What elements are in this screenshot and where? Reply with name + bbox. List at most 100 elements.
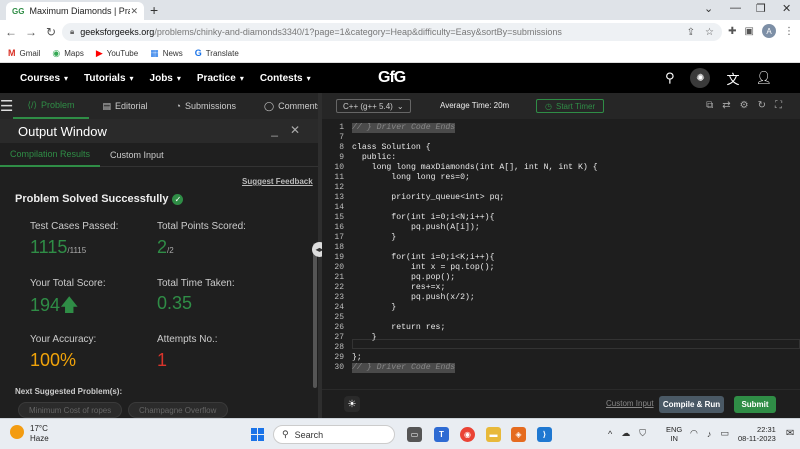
tab-editorial[interactable]: ▤ Editorial [89, 93, 162, 119]
share-icon[interactable]: ⇪ [687, 27, 695, 38]
code-text: pq.pop(); [352, 273, 456, 282]
url-field[interactable]: 🔒︎ geeksforgeeks.org/problems/chinky-and… [62, 23, 722, 41]
close-tab-icon[interactable]: ✕ [130, 6, 138, 17]
settings-icon[interactable]: ⚙ [740, 100, 749, 111]
line-number: 21 [334, 273, 344, 282]
code-line: 11 long long res=0; [322, 173, 800, 183]
gfg-logo[interactable]: GfG [378, 69, 406, 87]
hamburger-menu-icon[interactable]: ☰ [0, 93, 13, 119]
arrow-up-icon: 🡅 [60, 295, 79, 315]
search-icon[interactable]: ⚲ [665, 70, 675, 86]
app-icon[interactable]: ◈ [511, 427, 526, 442]
bookmark-news[interactable]: ▦ News [150, 48, 183, 59]
forward-icon[interactable]: → [22, 25, 40, 39]
file-explorer-icon[interactable]: ▬ [486, 427, 501, 442]
problem-panel: ☰ ⟨/⟩ Problem ▤ Editorial ◔ Submissions ◯ Co… [0, 93, 322, 418]
browser-tab[interactable]: GG Maximum Diamonds | Practice | ✕ [6, 2, 144, 20]
line-number: 26 [334, 323, 344, 332]
tab-problem[interactable]: ⟨/⟩ Problem [13, 93, 89, 119]
onedrive-icon[interactable]: ☁ [621, 428, 630, 439]
windows-start-icon[interactable] [251, 428, 264, 441]
menu-practice[interactable]: Practice ▾ [197, 73, 244, 84]
code-line: 18 [322, 243, 800, 253]
code-line: 30 // } Driver Code Ends [322, 363, 800, 373]
tab-search-icon[interactable]: ⌄ [704, 2, 713, 15]
weather-widget[interactable]: 17°C Haze [10, 424, 49, 444]
task-view-icon[interactable]: ▭ [407, 427, 422, 442]
browser-menu-icon[interactable]: ⋮ [784, 26, 794, 37]
extensions-icon[interactable]: ✚ [728, 26, 736, 37]
chrome-icon[interactable]: ◉ [460, 427, 475, 442]
copy-icon[interactable]: ⧉ [706, 100, 713, 111]
wifi-icon[interactable]: ◠ [690, 428, 698, 439]
lock-icon[interactable]: 🔒︎ [70, 27, 74, 37]
menu-tutorials[interactable]: Tutorials ▾ [84, 73, 134, 84]
gmail-icon: M [8, 48, 16, 58]
line-number: 12 [334, 183, 344, 192]
menu-jobs[interactable]: Jobs ▾ [150, 73, 181, 84]
menu-courses[interactable]: Courses ▾ [20, 73, 68, 84]
security-icon[interactable]: ⛉ [639, 428, 646, 439]
bookmark-translate[interactable]: G Translate [195, 48, 239, 58]
restore-icon[interactable]: ❐ [756, 2, 766, 15]
clock[interactable]: 22:31 08-11-2023 [738, 425, 776, 443]
tray-chevron-icon[interactable]: ^ [608, 429, 612, 439]
tab-submissions[interactable]: ◔ Submissions [162, 93, 250, 119]
output-scrollbar[interactable] [313, 243, 317, 388]
start-timer-button[interactable]: ◷ Start Timer [536, 99, 605, 113]
taskbar-search[interactable]: ⚲ Search [273, 425, 395, 444]
editor-panel: C++ (g++ 5.4) ⌄ Average Time: 20m ◷ Start … [322, 93, 800, 418]
line-number: 18 [334, 243, 344, 252]
bookmark-star-icon[interactable]: ☆ [705, 27, 714, 38]
code-text: pq.push(A[i]); [352, 223, 480, 232]
minimize-panel-icon[interactable]: _ [271, 123, 278, 137]
line-number: 27 [334, 333, 344, 342]
translate-icon[interactable]: 文 [726, 69, 739, 88]
output-tabs: Compilation Results Custom Input [0, 143, 318, 167]
compile-run-button[interactable]: Compile & Run [659, 396, 724, 413]
theme-sun-icon[interactable]: ☀ [344, 396, 360, 412]
line-number: 17 [334, 233, 344, 242]
line-number: 7 [339, 133, 344, 142]
code-editor[interactable]: 1 // } Driver Code Ends 7 8 class Solution {… [322, 119, 800, 389]
volume-icon[interactable]: ♪ [707, 429, 712, 439]
tab-custom-input[interactable]: Custom Input [100, 143, 174, 167]
bookmark-gmail[interactable]: M Gmail [8, 48, 40, 58]
minimize-icon[interactable]: — [730, 2, 741, 14]
sidepanel-icon[interactable]: ▣ [745, 26, 754, 37]
suggested-problem-2[interactable]: Champagne Overflow [128, 402, 228, 418]
vscode-icon[interactable]: ⟩ [537, 427, 552, 442]
language-select[interactable]: C++ (g++ 5.4) ⌄ [336, 99, 411, 113]
submit-button[interactable]: Submit [734, 396, 776, 413]
bookmark-maps[interactable]: ◉ Maps [52, 48, 83, 59]
suggest-feedback-link[interactable]: Suggest Feedback [242, 177, 313, 186]
accuracy-label: Your Accuracy: [30, 334, 97, 345]
battery-icon[interactable]: ▭ [720, 428, 729, 439]
bookmark-youtube[interactable]: ▶ YouTube [96, 48, 138, 59]
line-number: 10 [334, 163, 344, 172]
teams-icon[interactable]: T [434, 427, 449, 442]
chevron-down-icon: ▾ [239, 73, 244, 83]
back-icon[interactable]: ← [2, 25, 20, 39]
new-tab-button[interactable]: + [150, 2, 158, 18]
user-icon[interactable]: 👤︎ [755, 70, 772, 86]
check-circle-icon: ✓ [172, 193, 184, 205]
menu-contests[interactable]: Contests ▾ [260, 73, 311, 84]
profile-avatar[interactable]: A [762, 24, 776, 38]
chevron-down-icon: ▾ [176, 73, 181, 83]
format-icon[interactable]: ⇄ [722, 100, 730, 111]
tab-compilation-results[interactable]: Compilation Results [0, 143, 101, 167]
reset-icon[interactable]: ↻ [758, 100, 766, 111]
browser-tab-bar: GG Maximum Diamonds | Practice | ✕ + ⌄ —… [0, 0, 800, 20]
next-suggested-heading: Next Suggested Problem(s): [15, 387, 123, 396]
custom-input-link[interactable]: Custom Input [606, 399, 654, 408]
language-indicator[interactable]: ENG IN [666, 425, 682, 443]
theme-toggle-icon[interactable]: ✺ [690, 68, 711, 88]
fullscreen-icon[interactable]: ⛶ [775, 100, 782, 111]
reload-icon[interactable]: ↻ [42, 25, 60, 39]
close-panel-icon[interactable]: ✕ [290, 123, 300, 137]
points-value: 2/2 [157, 237, 174, 257]
notification-icon[interactable]: ✉ [786, 428, 794, 439]
suggested-problem-1[interactable]: Minimum Cost of ropes [18, 402, 122, 418]
close-window-icon[interactable]: ✕ [782, 2, 791, 15]
